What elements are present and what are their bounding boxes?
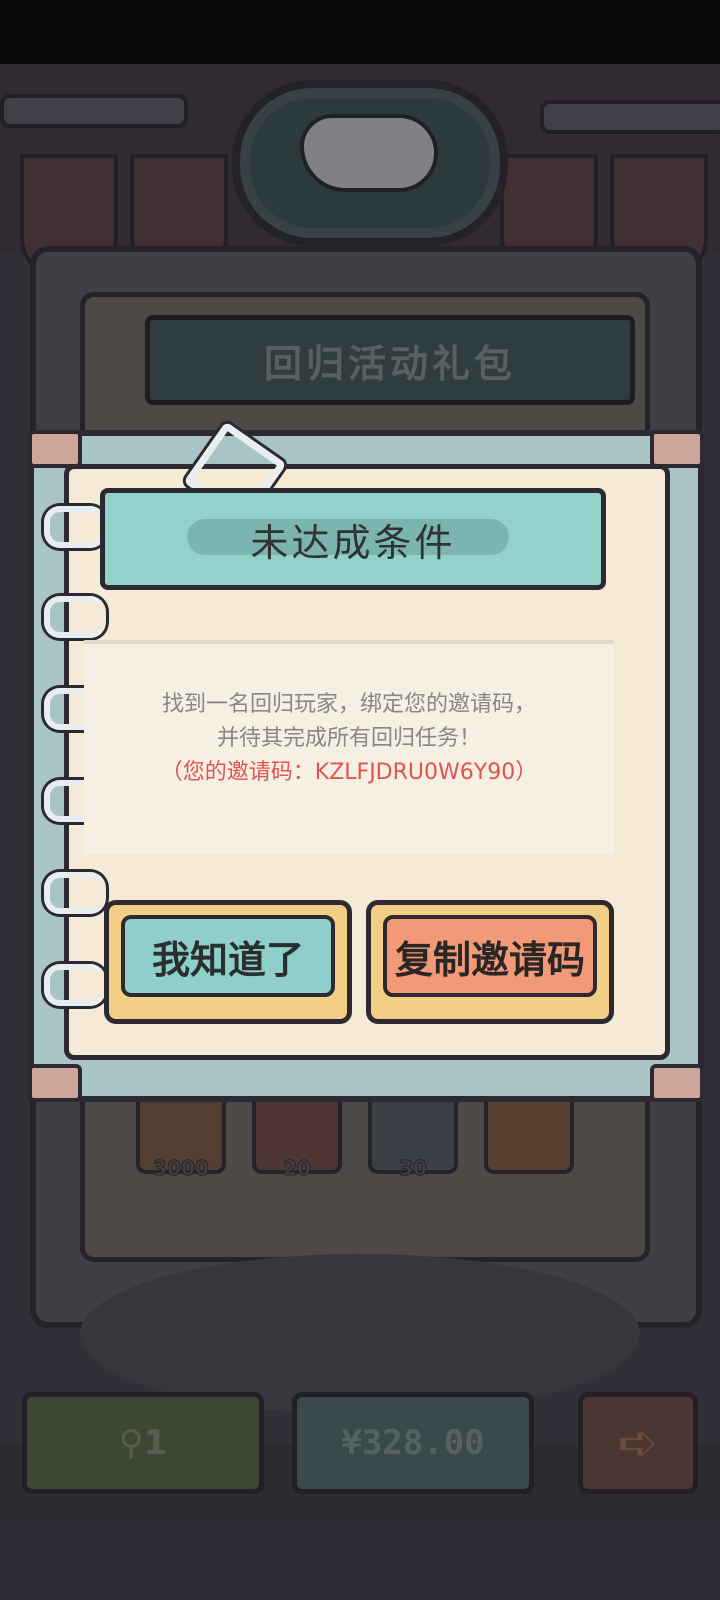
got-it-button[interactable]: 我知道了 <box>104 900 352 1024</box>
corner-bracket <box>28 430 82 468</box>
binder-ring-icon <box>44 964 106 1006</box>
binder-ring-icon <box>44 872 106 914</box>
invite-code-line: （您的邀请码：KZLFJDRU0W6Y90） <box>160 760 538 785</box>
message-line-1: 找到一名回归玩家，绑定您的邀请码， <box>161 692 536 717</box>
binder-ring-icon <box>44 506 106 548</box>
message-line-2: 并待其完成所有回归任务！ <box>216 726 481 751</box>
binder-ring-icon <box>44 596 106 638</box>
corner-bracket <box>650 430 704 468</box>
corner-bracket <box>28 1064 82 1102</box>
copy-invite-code-button[interactable]: 复制邀请码 <box>366 900 614 1024</box>
corner-bracket <box>650 1064 704 1102</box>
message-box: 找到一名回归玩家，绑定您的邀请码， 并待其完成所有回归任务！ （您的邀请码：KZ… <box>84 640 614 854</box>
got-it-label: 我知道了 <box>121 915 335 997</box>
dialog-title: 未达成条件 <box>250 520 456 565</box>
message-text: 找到一名回归玩家，绑定您的邀请码， 并待其完成所有回归任务！ （您的邀请码：KZ… <box>84 688 614 790</box>
dialog-title-bar: 未达成条件 <box>100 488 606 590</box>
copy-invite-code-label: 复制邀请码 <box>383 915 597 997</box>
